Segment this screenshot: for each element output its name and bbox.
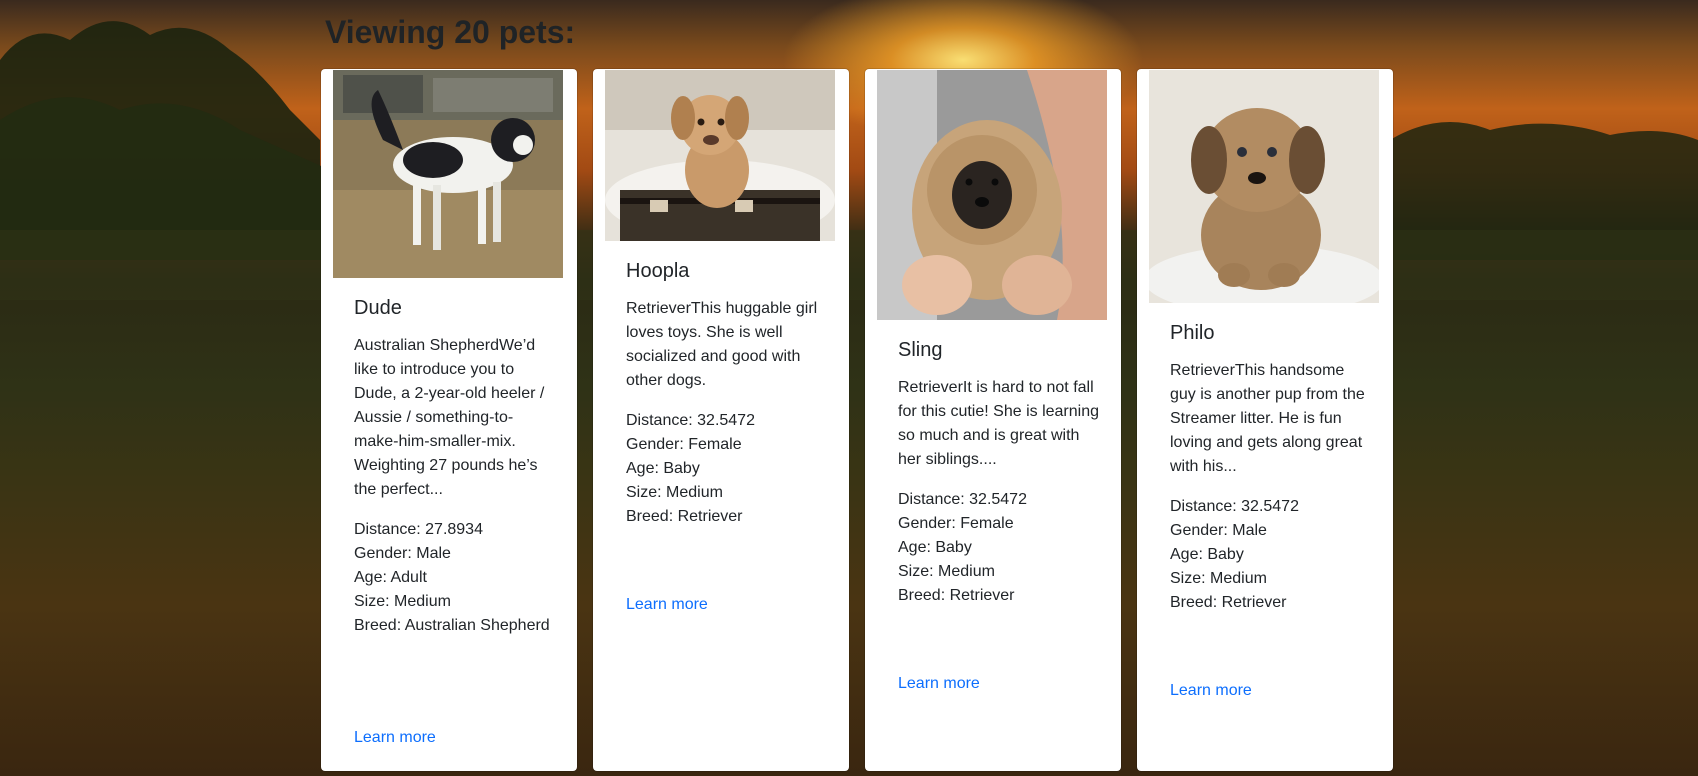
pet-gender: Gender: Female xyxy=(898,515,1014,532)
pet-name: Sling xyxy=(898,339,943,361)
learn-more-link[interactable]: Learn more xyxy=(626,596,708,614)
background-landscape xyxy=(0,21,1698,300)
pet-age: Age: Adult xyxy=(354,569,427,586)
pet-size: Size: Medium xyxy=(898,563,995,580)
pet-age: Age: Baby xyxy=(626,460,700,477)
pet-distance: Distance: 32.5472 xyxy=(898,491,1027,508)
pet-distance: Distance: 32.5472 xyxy=(626,412,755,429)
learn-more-link[interactable]: Learn more xyxy=(1170,682,1252,700)
pet-distance: Distance: 32.5472 xyxy=(1170,498,1299,515)
pet-gender: Gender: Male xyxy=(354,545,451,562)
pet-card-dude: Dude Australian ShepherdWe’d like to int… xyxy=(321,69,577,771)
learn-more-link[interactable]: Learn more xyxy=(898,675,980,693)
pet-description: Australian ShepherdWe’d like to introduc… xyxy=(354,337,545,498)
pet-card-philo: Philo RetrieverThis handsome guy is anot… xyxy=(1137,69,1393,771)
pet-photo[interactable] xyxy=(605,70,835,241)
pet-distance: Distance: 27.8934 xyxy=(354,521,483,538)
page-title: Viewing 20 pets: xyxy=(325,14,576,50)
pet-card-sling: Sling RetrieverIt is hard to not fall fo… xyxy=(865,69,1121,771)
puppy-photo-icon xyxy=(605,70,835,241)
pet-photo[interactable] xyxy=(333,70,563,278)
pet-card-hoopla: Hoopla RetrieverThis huggable girl loves… xyxy=(593,69,849,771)
pet-gender: Gender: Male xyxy=(1170,522,1267,539)
pet-name: Dude xyxy=(354,297,402,319)
pet-breed: Breed: Retriever xyxy=(898,587,1015,604)
pet-age: Age: Baby xyxy=(1170,546,1244,563)
pet-photo[interactable] xyxy=(1149,70,1379,303)
pet-photo[interactable] xyxy=(877,70,1107,320)
pet-size: Size: Medium xyxy=(1170,570,1267,587)
pet-description: RetrieverIt is hard to not fall for this… xyxy=(898,379,1099,468)
puppy-photo-icon xyxy=(1149,70,1379,303)
pet-gender: Gender: Female xyxy=(626,436,742,453)
pet-breed: Breed: Retriever xyxy=(626,508,743,525)
pet-description: RetrieverThis handsome guy is another pu… xyxy=(1170,362,1365,475)
pet-size: Size: Medium xyxy=(626,484,723,501)
pet-breed: Breed: Australian Shepherd xyxy=(354,617,550,634)
pet-description: RetrieverThis huggable girl loves toys. … xyxy=(626,300,818,389)
pet-breed: Breed: Retriever xyxy=(1170,594,1287,611)
pet-name: Hoopla xyxy=(626,260,690,282)
pet-name: Philo xyxy=(1170,322,1215,344)
puppy-photo-icon xyxy=(877,70,1107,320)
learn-more-link[interactable]: Learn more xyxy=(354,729,436,747)
dog-photo-icon xyxy=(333,70,563,278)
pet-size: Size: Medium xyxy=(354,593,451,610)
pet-age: Age: Baby xyxy=(898,539,972,556)
